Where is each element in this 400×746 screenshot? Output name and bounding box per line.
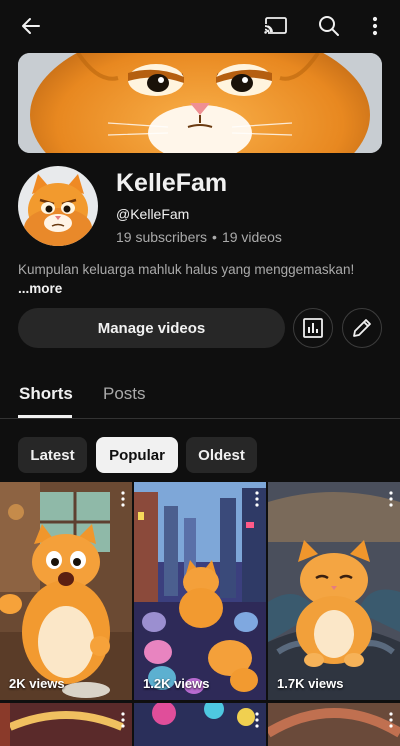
channel-stats: 19 subscribers • 19 videos <box>116 229 282 245</box>
short-menu-icon[interactable] <box>252 490 262 508</box>
tab-shorts[interactable]: Shorts <box>19 384 73 404</box>
short-thumbnail <box>134 703 266 746</box>
channel-tabs: Shorts Posts <box>0 372 400 419</box>
more-options-icon[interactable] <box>361 12 389 40</box>
short-views: 1.2K views <box>143 676 210 691</box>
top-app-bar <box>0 0 400 52</box>
cast-icon[interactable] <box>262 12 290 40</box>
more-link[interactable]: ...more <box>18 281 62 296</box>
short-thumbnail <box>268 482 400 700</box>
short-thumbnail <box>0 703 132 746</box>
short-tile[interactable]: 1.2K views <box>134 482 266 700</box>
short-menu-icon[interactable] <box>118 490 128 508</box>
description-text: Kumpulan keluarga mahluk halus yang meng… <box>18 262 355 277</box>
video-count: 19 videos <box>221 229 282 245</box>
pencil-icon <box>353 319 371 337</box>
banner-image <box>18 53 382 153</box>
short-tile[interactable]: 1.7K views <box>268 482 400 700</box>
filter-chip-popular[interactable]: Popular <box>96 437 178 473</box>
analytics-button[interactable] <box>293 308 333 348</box>
stats-separator: • <box>212 229 217 245</box>
channel-avatar[interactable] <box>18 166 98 246</box>
channel-name: KelleFam <box>116 169 228 197</box>
subscriber-count: 19 subscribers <box>116 229 208 245</box>
selected-tab-indicator <box>18 415 72 418</box>
shorts-grid: 2K views 1.2K views 1.7K views <box>0 482 400 746</box>
avatar-image <box>18 166 98 246</box>
short-menu-icon[interactable] <box>118 711 128 729</box>
short-views: 1.7K views <box>277 676 344 691</box>
manage-videos-button[interactable]: Manage videos <box>18 308 285 348</box>
short-tile[interactable]: 2K views <box>0 482 132 700</box>
short-tile[interactable] <box>268 703 400 746</box>
short-thumbnail <box>268 703 400 746</box>
short-menu-icon[interactable] <box>252 711 262 729</box>
short-tile[interactable] <box>134 703 266 746</box>
search-icon[interactable] <box>315 12 343 40</box>
short-views: 2K views <box>9 676 65 691</box>
channel-description[interactable]: Kumpulan keluarga mahluk halus yang meng… <box>18 260 358 298</box>
channel-banner <box>18 53 382 153</box>
back-arrow-icon[interactable] <box>17 12 45 40</box>
filter-chip-oldest[interactable]: Oldest <box>186 437 257 473</box>
short-menu-icon[interactable] <box>386 490 396 508</box>
filter-chip-latest[interactable]: Latest <box>18 437 87 473</box>
tab-posts[interactable]: Posts <box>103 384 146 404</box>
short-thumbnail <box>0 482 132 700</box>
edit-channel-button[interactable] <box>342 308 382 348</box>
channel-handle: @KelleFam <box>116 206 190 222</box>
short-thumbnail <box>134 482 266 700</box>
short-menu-icon[interactable] <box>386 711 396 729</box>
bar-chart-icon <box>303 318 323 338</box>
short-tile[interactable] <box>0 703 132 746</box>
